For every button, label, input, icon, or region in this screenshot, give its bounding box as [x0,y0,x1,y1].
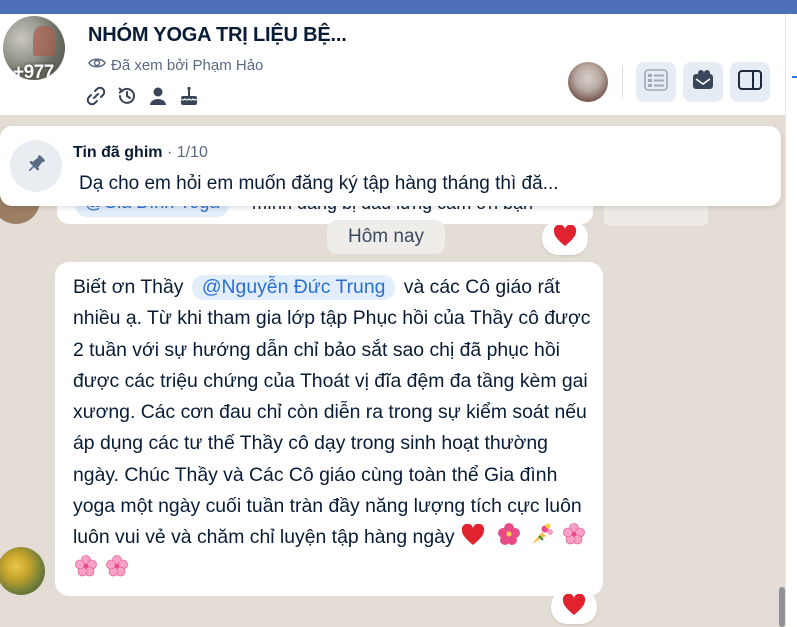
heart-emoji-icon [461,524,485,546]
chat-scrollbar[interactable] [779,587,785,627]
pinned-text: Dạ cho em hỏi em muốn đăng ký tập hàng t… [79,173,559,194]
person-icon[interactable] [146,84,169,107]
avatar-image-detail [33,26,55,56]
pin-icon [24,152,48,181]
member-count-badge: +977 [13,62,54,80]
member-avatar[interactable] [568,62,608,102]
pinned-label: Tin đã ghim [73,144,163,161]
edge-indicator [792,76,797,78]
cherry-blossom-emoji-icon [562,522,586,546]
cake-icon[interactable] [177,84,200,107]
group-avatar[interactable]: +977 [3,16,65,80]
header-divider [622,66,623,98]
seen-by-text: Đã xem bởi Phạm Hảo [111,56,264,74]
link-icon[interactable] [84,84,107,107]
cherry-blossom-emoji-icon [105,554,129,578]
group-inbox-icon [690,68,716,97]
group-title[interactable]: NHÓM YOGA TRỊ LIỆU BỆ... [88,24,347,47]
sender-avatar[interactable] [0,547,45,595]
message-list-button[interactable] [636,62,676,102]
message-mention[interactable]: @Nguyễn Đức Trung [191,275,396,300]
message-text-part-1: Biết ơn Thầy [73,276,184,298]
reaction-button[interactable] [542,221,588,255]
top-app-bar [0,0,797,14]
hibiscus-emoji-icon [497,522,521,546]
pinned-message-bar[interactable]: Tin đã ghim · 1/10 Dạ cho em hỏi em muốn… [0,126,781,206]
message-list-icon [643,68,669,97]
sidebar-toggle-button[interactable] [730,62,770,102]
bouquet-emoji-icon [529,522,555,546]
group-inbox-button[interactable] [683,62,723,102]
cherry-blossom-emoji-icon [74,554,98,578]
pinned-counter: · 1/10 [166,144,208,161]
message-text-part-2: và các Cô giáo rất nhiều ạ. Từ khi tham … [73,276,591,549]
pin-button[interactable] [10,140,62,192]
pinned-title: Tin đã ghim · 1/10 [73,144,208,162]
sidebar-toggle-icon [737,68,763,97]
heart-icon [562,593,586,621]
history-icon[interactable] [115,84,138,107]
heart-icon [553,224,577,252]
message-text: Biết ơn Thầy @Nguyễn Đức Trung và các Cô… [73,272,593,585]
message-reaction-button[interactable] [551,590,597,624]
eye-icon [88,56,106,74]
date-separator: Hôm nay [327,220,445,254]
seen-status: Đã xem bởi Phạm Hảo [88,56,263,74]
message-bubble[interactable]: Biết ơn Thầy @Nguyễn Đức Trung và các Cô… [55,262,603,596]
header-actions [84,84,200,107]
right-edge-panel [785,14,797,627]
